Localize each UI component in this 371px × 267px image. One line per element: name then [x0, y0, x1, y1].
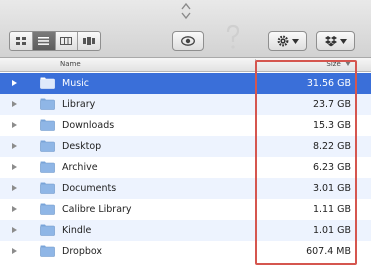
- gear-icon: [277, 35, 288, 47]
- folder-icon: [40, 140, 55, 152]
- disclosure-triangle-icon[interactable]: [12, 80, 17, 86]
- disclosure-triangle-icon[interactable]: [12, 122, 17, 128]
- disclosure-triangle-icon[interactable]: [12, 143, 17, 149]
- cover-flow-button[interactable]: [78, 32, 100, 50]
- view-mode-segmented-control: [9, 31, 101, 51]
- folder-icon: [40, 77, 55, 89]
- dropbox-share-button[interactable]: [316, 31, 355, 51]
- icon-view-button[interactable]: [10, 32, 33, 50]
- folder-icon: [40, 182, 55, 194]
- up-down-icon: [181, 2, 191, 20]
- column-view-button[interactable]: [56, 32, 79, 50]
- chevron-down-icon: [291, 38, 299, 44]
- cover-flow-icon: [83, 37, 96, 45]
- folder-icon: [40, 245, 55, 257]
- disclosure-triangle-icon[interactable]: [12, 101, 17, 107]
- folder-icon: [40, 203, 55, 215]
- disclosure-triangle-icon[interactable]: [12, 227, 17, 233]
- file-name: Archive: [62, 162, 98, 173]
- folder-icon: [40, 161, 55, 173]
- disclosure-triangle-icon[interactable]: [12, 206, 17, 212]
- question-icon[interactable]: [225, 24, 241, 50]
- toolbar: [0, 0, 371, 58]
- disclosure-triangle-icon[interactable]: [12, 164, 17, 170]
- action-menu-button[interactable]: [268, 31, 307, 51]
- eye-icon: [181, 36, 195, 46]
- file-name: Documents: [62, 183, 117, 194]
- file-name: Library: [62, 99, 96, 110]
- quick-look-button[interactable]: [172, 31, 204, 51]
- folder-icon: [40, 119, 55, 131]
- dropbox-icon: [324, 36, 337, 47]
- list-view-icon: [38, 37, 50, 45]
- disclosure-triangle-icon[interactable]: [12, 185, 17, 191]
- disclosure-triangle-icon[interactable]: [12, 248, 17, 254]
- icon-view-icon: [15, 37, 26, 45]
- file-name: Downloads: [62, 120, 115, 131]
- finder-window: Name Size Music 31.56 GB Library 23.7 GB Dow…: [0, 0, 371, 267]
- folder-icon: [40, 224, 55, 236]
- file-name: Desktop: [62, 141, 102, 152]
- size-column-highlight-box: [255, 60, 357, 265]
- file-name: Music: [62, 78, 90, 89]
- list-view-button[interactable]: [32, 32, 56, 50]
- name-column-header[interactable]: Name: [60, 60, 81, 68]
- folder-icon: [40, 98, 55, 110]
- file-name: Calibre Library: [62, 204, 132, 215]
- file-name: Dropbox: [62, 246, 103, 257]
- file-name: Kindle: [62, 225, 92, 236]
- column-view-icon: [60, 37, 73, 45]
- chevron-down-icon: [339, 38, 347, 44]
